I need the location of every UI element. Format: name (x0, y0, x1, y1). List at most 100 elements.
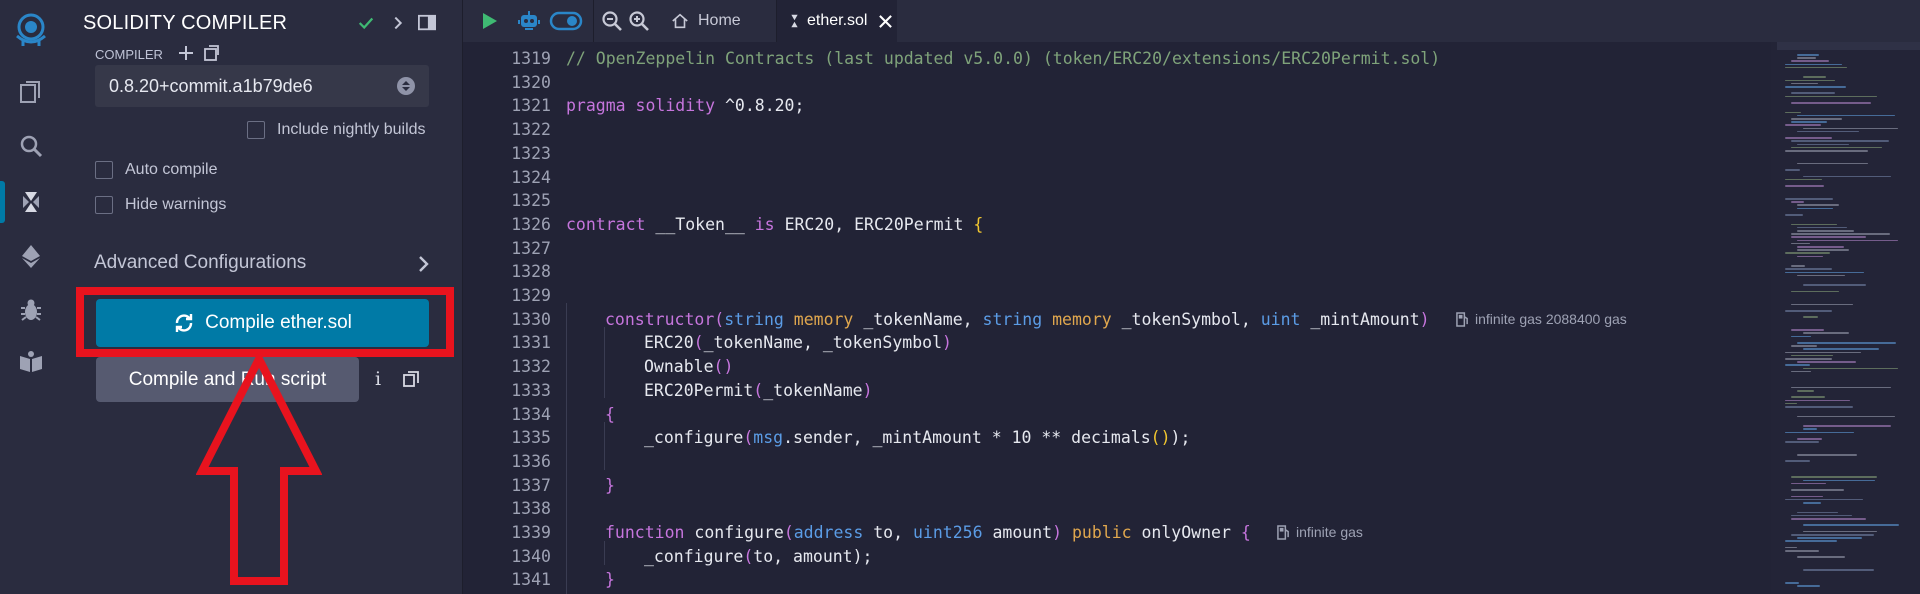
code-token: _tokenSymbol, (1121, 309, 1261, 329)
minimap-line (1785, 358, 1833, 360)
code-token: ) (1052, 523, 1072, 542)
code-editor[interactable]: 1319 // OpenZeppelin Contracts (last upda… (463, 42, 1771, 594)
hide-warnings-checkbox[interactable] (95, 196, 113, 214)
code-token: constructor (605, 309, 715, 329)
minimap-line (1797, 114, 1895, 117)
toggle-icon[interactable] (549, 8, 583, 34)
minimap-line (1785, 364, 1810, 366)
learneth-icon[interactable] (0, 338, 62, 386)
minimap-line (1785, 460, 1810, 462)
line-number: 1323 (511, 143, 551, 163)
minimap-line (1785, 399, 1850, 402)
close-icon[interactable] (878, 14, 893, 29)
minimap-line (1785, 582, 1800, 584)
code-token: ) (1419, 309, 1430, 329)
deploy-icon[interactable] (0, 232, 62, 280)
code-token: { (973, 214, 984, 234)
minimap-line (1797, 239, 1899, 242)
code-token: ( (743, 546, 754, 566)
minimap-line (1791, 482, 1826, 485)
minimap-line (1785, 169, 1801, 171)
tab-ether-sol[interactable]: ether.sol (777, 0, 897, 42)
minimap-line (1785, 86, 1847, 88)
copy-icon[interactable] (402, 370, 420, 388)
code-token: { (605, 404, 615, 424)
remix-logo-icon[interactable] (0, 4, 62, 56)
minimap-line (1791, 223, 1837, 226)
auto-compile-label: Auto compile (125, 161, 218, 178)
minimap-slider[interactable] (1777, 42, 1920, 50)
minimap-line (1803, 348, 1879, 350)
include-nightly-checkbox[interactable] (247, 121, 265, 139)
code-token: () (713, 357, 734, 377)
code-token: _configure (644, 428, 744, 448)
advanced-configurations-toggle[interactable]: Advanced Configurations (94, 252, 306, 274)
code-token: ( (714, 309, 725, 329)
chevron-right-icon[interactable] (385, 10, 411, 36)
debugger-icon[interactable] (0, 286, 62, 334)
line-number: 1337 (511, 475, 551, 495)
code-text: _configure(msg.sender, _mintAmount * 10 … (644, 426, 1190, 450)
compile-and-run-script-button[interactable]: Compile and Run script (96, 357, 359, 402)
check-icon (353, 10, 379, 36)
minimap-line (1791, 514, 1853, 517)
robot-icon[interactable] (516, 8, 542, 34)
code-line: 1319 // OpenZeppelin Contracts (last upda… (463, 47, 1771, 71)
run-icon[interactable] (476, 8, 502, 34)
minimap-line (1785, 137, 1833, 139)
code-token: to, amount (753, 546, 853, 566)
icon-rail (0, 0, 62, 594)
zoom-in-icon[interactable] (626, 8, 652, 34)
minimap-line (1803, 175, 1891, 178)
load-compiler-icon[interactable] (202, 44, 220, 62)
minimap-line (1803, 127, 1899, 130)
file-explorer-icon[interactable] (0, 68, 62, 116)
code-token: _tokenName, (863, 309, 983, 329)
compiler-label: COMPILER (95, 47, 163, 62)
chevron-right-icon[interactable] (414, 252, 434, 276)
info-icon[interactable]: i (375, 368, 381, 390)
minimap-line (1797, 255, 1823, 258)
minimap-line (1791, 121, 1827, 123)
tab-file-label: ether.sol (807, 12, 868, 29)
dock-panel-icon[interactable] (414, 10, 440, 36)
solidity-compiler-icon[interactable] (0, 178, 62, 226)
code-line: 1341} (463, 568, 1771, 592)
select-arrow-icon (397, 77, 415, 95)
code-text: constructor(string memory _tokenName, st… (605, 308, 1430, 332)
search-icon[interactable] (0, 122, 62, 170)
minimap-line (1791, 92, 1835, 94)
tab-home-label: Home (698, 12, 741, 29)
zoom-out-icon[interactable] (599, 8, 625, 34)
minimap-line (1797, 143, 1849, 146)
code-text: } (605, 568, 615, 592)
minimap[interactable] (1771, 42, 1920, 594)
minimap-line (1791, 82, 1819, 85)
minimap-line (1791, 329, 1824, 331)
compiler-version-select[interactable]: 0.8.20+commit.a1b79de6 (95, 65, 429, 107)
line-number: 1329 (511, 286, 551, 305)
code-text: Ownable() (644, 355, 733, 379)
code-token: ERC20 (644, 333, 694, 353)
home-icon (672, 13, 688, 29)
minimap-line (1803, 428, 1817, 430)
minimap-line (1785, 150, 1869, 152)
tab-home[interactable]: Home (671, 0, 774, 42)
minimap-line (1785, 214, 1804, 216)
add-compiler-icon[interactable] (177, 44, 195, 62)
code-token: ( (753, 380, 764, 400)
code-token: memory (793, 309, 864, 329)
code-line: 1320 (463, 71, 1771, 95)
minimap-line (1785, 431, 1854, 434)
code-line: 1324 (463, 166, 1771, 190)
minimap-line (1785, 271, 1864, 274)
line-number: 1331 (511, 333, 551, 353)
code-token: { (1240, 523, 1251, 542)
compile-button[interactable]: Compile ether.sol (96, 299, 429, 347)
minimap-line (1797, 130, 1859, 133)
auto-compile-checkbox[interactable] (95, 161, 113, 179)
code-token: ERC20, ERC20Permit (784, 214, 974, 234)
minimap-line (1791, 386, 1891, 389)
run-script-label: Compile and Run script (128, 368, 327, 390)
minimap-line (1785, 252, 1831, 254)
